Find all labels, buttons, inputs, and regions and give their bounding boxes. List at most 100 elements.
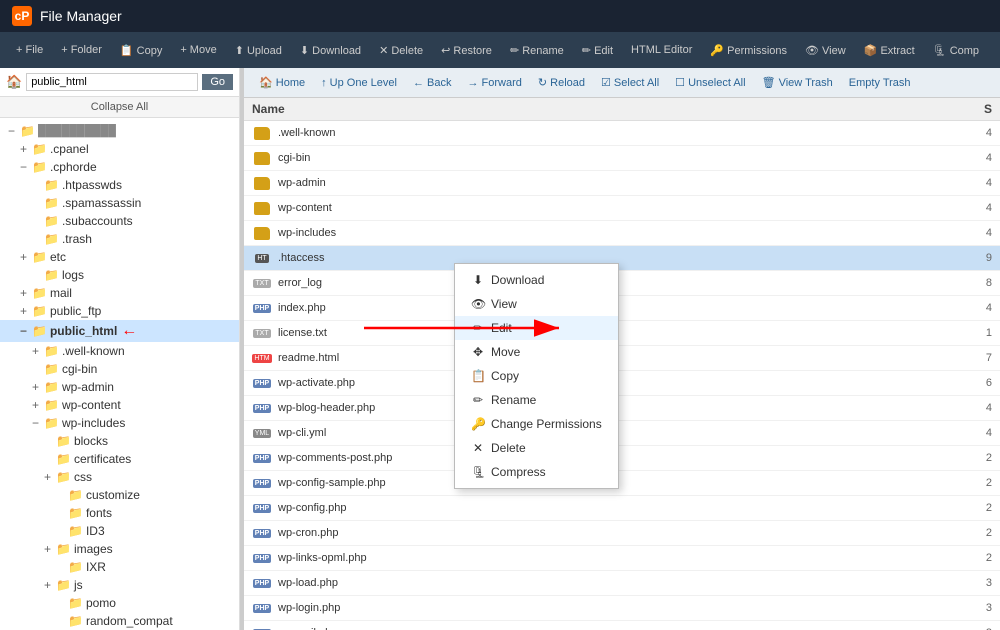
ctx-rename[interactable]: ✏ Rename [455, 388, 618, 412]
tree-images[interactable]: + 📁 images [0, 540, 239, 558]
sidebar-home-icon: 🏠 [6, 74, 22, 90]
file-size: 4 [932, 202, 992, 214]
file-row[interactable]: TXT error_log 8 [244, 271, 1000, 296]
forward-btn[interactable]: → Forward [460, 74, 528, 92]
delete-btn[interactable]: ✕ Delete [371, 40, 431, 61]
file-row[interactable]: wp-admin 4 [244, 171, 1000, 196]
htaccess-row[interactable]: HT .htaccess 9 [244, 246, 1000, 271]
file-row[interactable]: YML wp-cli.yml 4 [244, 421, 1000, 446]
sidebar-path-bar: 🏠 Go [0, 68, 239, 97]
tree-public-html[interactable]: − 📁 public_html ← [0, 320, 239, 342]
file-size: 4 [932, 127, 992, 139]
file-row[interactable]: PHP wp-blog-header.php 4 [244, 396, 1000, 421]
file-row[interactable]: HTM readme.html 7 [244, 346, 1000, 371]
file-row[interactable]: PHP wp-mail.php 3 [244, 621, 1000, 630]
tree-trash[interactable]: 📁 .trash [0, 230, 239, 248]
tree-cpanel[interactable]: + 📁 .cpanel [0, 140, 239, 158]
ctx-permissions[interactable]: 🔑 Change Permissions [455, 412, 618, 436]
tree-spamassassin[interactable]: 📁 .spamassassin [0, 194, 239, 212]
tree-blocks[interactable]: 📁 blocks [0, 432, 239, 450]
reload-btn[interactable]: ↻ Reload [531, 73, 592, 92]
file-size: 4 [932, 302, 992, 314]
tree-certificates[interactable]: 📁 certificates [0, 450, 239, 468]
tree-cphorde[interactable]: − 📁 .cphorde [0, 158, 239, 176]
file-row[interactable]: wp-includes 4 [244, 221, 1000, 246]
file-row[interactable]: TXT license.txt 1 [244, 321, 1000, 346]
ctx-move-label: Move [491, 345, 520, 359]
file-row[interactable]: PHP wp-login.php 3 [244, 596, 1000, 621]
tree-well-known[interactable]: + 📁 .well-known [0, 342, 239, 360]
unselect-all-btn[interactable]: ☐ Unselect All [668, 73, 752, 92]
up-level-btn[interactable]: ↑ Up One Level [314, 74, 404, 92]
file-row[interactable]: PHP wp-config.php 2 [244, 496, 1000, 521]
tree-wp-content[interactable]: + 📁 wp-content [0, 396, 239, 414]
tree-htpasswds[interactable]: 📁 .htpasswds [0, 176, 239, 194]
file-name: wp-links-opml.php [278, 552, 932, 564]
file-row[interactable]: PHP wp-load.php 3 [244, 571, 1000, 596]
go-btn[interactable]: Go [202, 74, 233, 90]
file-row[interactable]: wp-content 4 [244, 196, 1000, 221]
collapse-all-btn[interactable]: Collapse All [0, 97, 239, 118]
txt-type-icon: TXT [252, 274, 272, 292]
upload-btn[interactable]: ⬆ Upload [227, 40, 290, 61]
tree-ixr[interactable]: 📁 IXR [0, 558, 239, 576]
txt-type-icon: TXT [252, 324, 272, 342]
file-name: .well-known [278, 127, 932, 139]
tree-wp-admin[interactable]: + 📁 wp-admin [0, 378, 239, 396]
copy-btn[interactable]: 📋 Copy [112, 40, 170, 61]
rename-btn[interactable]: ✏ Rename [502, 40, 572, 61]
file-row[interactable]: PHP wp-links-opml.php 2 [244, 546, 1000, 571]
tree-id3[interactable]: 📁 ID3 [0, 522, 239, 540]
tree-mail[interactable]: + 📁 mail [0, 284, 239, 302]
tree-css[interactable]: + 📁 css [0, 468, 239, 486]
tree-root[interactable]: − 📁 ██████████ [0, 122, 239, 140]
php-type-icon: PHP [252, 524, 272, 542]
tree-pomo[interactable]: 📁 pomo [0, 594, 239, 612]
ctx-download[interactable]: ⬇ Download [455, 268, 618, 292]
file-size: 3 [932, 577, 992, 589]
file-row[interactable]: PHP wp-config-sample.php 2 [244, 471, 1000, 496]
ctx-compress[interactable]: 🗜 Compress [455, 460, 618, 484]
new-file-btn[interactable]: + File [8, 40, 51, 60]
file-row[interactable]: cgi-bin 4 [244, 146, 1000, 171]
tree-js[interactable]: + 📁 js [0, 576, 239, 594]
tree-subaccounts[interactable]: 📁 .subaccounts [0, 212, 239, 230]
restore-btn[interactable]: ↩ Restore [433, 40, 500, 61]
view-btn[interactable]: 👁 View [797, 40, 854, 61]
download-btn[interactable]: ⬇ Download [292, 40, 369, 61]
ctx-delete-label: Delete [491, 441, 526, 455]
php-type-icon: PHP [252, 299, 272, 317]
tree-fonts[interactable]: 📁 fonts [0, 504, 239, 522]
new-folder-btn[interactable]: + Folder [53, 40, 110, 60]
tree-logs[interactable]: 📁 logs [0, 266, 239, 284]
back-btn[interactable]: ← Back [406, 74, 459, 92]
compress-btn[interactable]: 🗜 Comp [925, 40, 987, 61]
file-row[interactable]: .well-known 4 [244, 121, 1000, 146]
extract-btn[interactable]: 📦 Extract [856, 40, 923, 61]
tree-etc[interactable]: + 📁 etc [0, 248, 239, 266]
tree-cgi-bin[interactable]: 📁 cgi-bin [0, 360, 239, 378]
tree-customize[interactable]: 📁 customize [0, 486, 239, 504]
move-btn[interactable]: + Move [172, 40, 224, 60]
home-nav-btn[interactable]: 🏠 Home [252, 73, 312, 92]
tree-wp-includes[interactable]: − 📁 wp-includes [0, 414, 239, 432]
view-trash-btn[interactable]: 🗑 View Trash [755, 73, 840, 92]
html-editor-btn[interactable]: HTML Editor [623, 40, 700, 60]
path-input[interactable] [26, 73, 198, 91]
ctx-delete[interactable]: ✕ Delete [455, 436, 618, 460]
edit-btn[interactable]: ✏ Edit [574, 40, 621, 61]
permissions-btn[interactable]: 🔑 Permissions [702, 40, 795, 61]
cp-logo: cP [12, 6, 32, 26]
file-row[interactable]: PHP wp-activate.php 6 [244, 371, 1000, 396]
select-all-btn[interactable]: ☑ Select All [594, 73, 666, 92]
ctx-edit[interactable]: ✏ Edit [455, 316, 618, 340]
empty-trash-btn[interactable]: Empty Trash [842, 74, 918, 92]
ctx-view[interactable]: 👁 View [455, 292, 618, 316]
tree-random-compat[interactable]: 📁 random_compat [0, 612, 239, 630]
ctx-copy[interactable]: 📋 Copy [455, 364, 618, 388]
file-row[interactable]: PHP wp-comments-post.php 2 [244, 446, 1000, 471]
ctx-move[interactable]: ✥ Move [455, 340, 618, 364]
file-row[interactable]: PHP wp-cron.php 2 [244, 521, 1000, 546]
file-row[interactable]: PHP index.php 4 [244, 296, 1000, 321]
tree-public-ftp[interactable]: + 📁 public_ftp [0, 302, 239, 320]
